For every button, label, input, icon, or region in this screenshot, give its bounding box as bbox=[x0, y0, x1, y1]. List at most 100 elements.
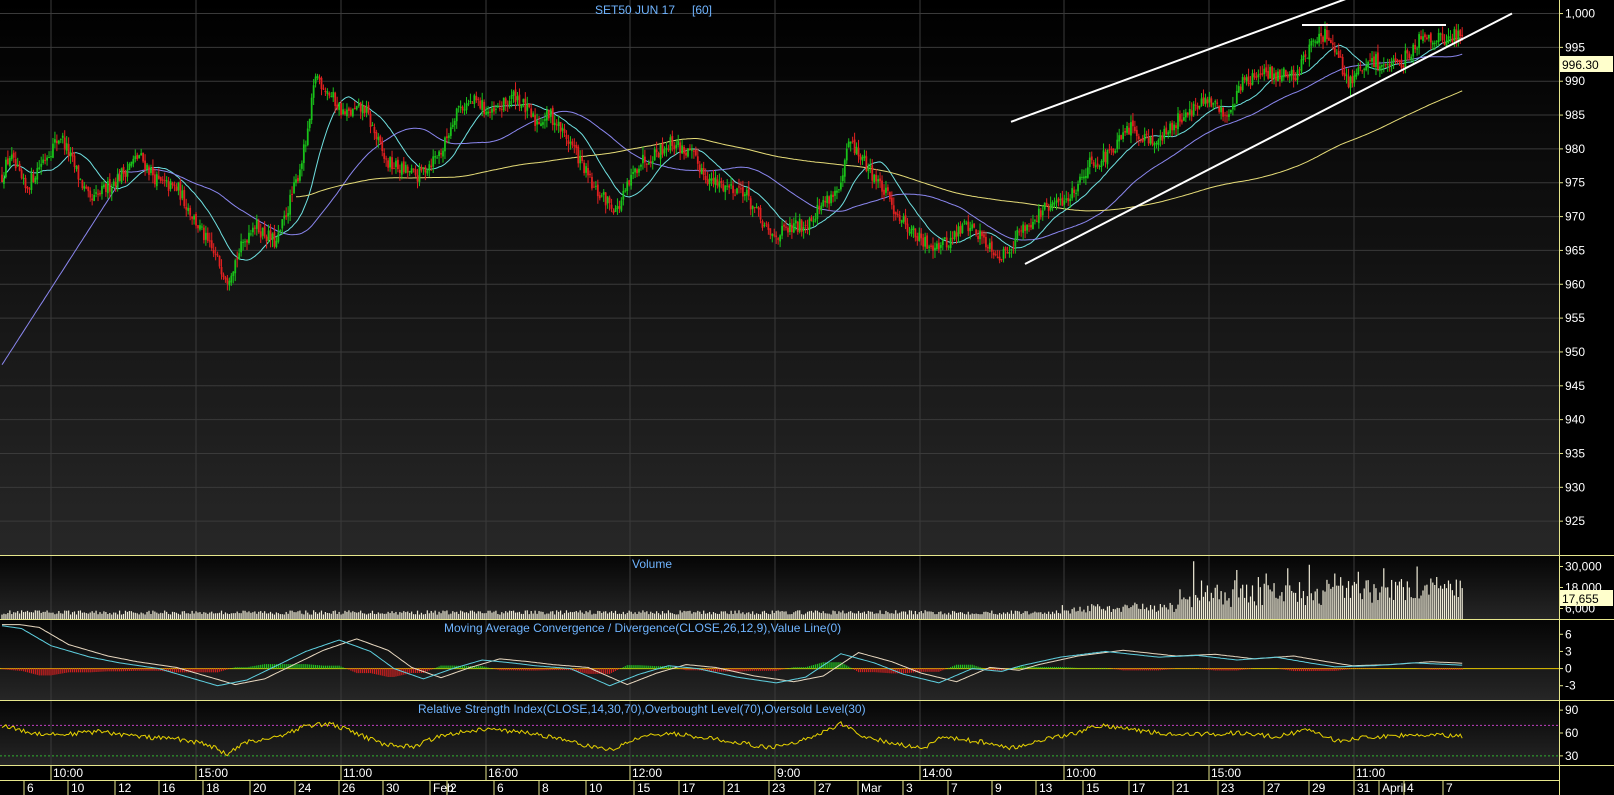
volume-bar bbox=[1122, 606, 1124, 619]
volume-bar bbox=[191, 610, 193, 619]
volume-bar bbox=[228, 614, 230, 619]
macd-axis-tick-label: 0 bbox=[1565, 662, 1572, 676]
volume-bar bbox=[673, 614, 675, 619]
volume-bar bbox=[70, 614, 72, 619]
volume-bar bbox=[1275, 597, 1277, 619]
date-axis-label: 10 bbox=[589, 781, 603, 795]
volume-bar bbox=[1069, 613, 1071, 619]
volume-bar bbox=[842, 610, 844, 619]
volume-bar bbox=[1322, 590, 1324, 619]
volume-bar bbox=[530, 611, 532, 619]
volume-bar bbox=[1036, 612, 1038, 619]
volume-bar bbox=[495, 610, 497, 619]
volume-bar bbox=[463, 612, 466, 619]
price-axis-tick-label: 985 bbox=[1565, 108, 1585, 122]
volume-bar bbox=[1226, 600, 1228, 619]
volume-bar bbox=[1077, 610, 1079, 619]
volume-bar bbox=[465, 612, 468, 619]
volume-bar bbox=[1232, 589, 1234, 619]
volume-bar bbox=[558, 611, 560, 619]
volume-bar bbox=[275, 612, 277, 619]
volume-bar bbox=[448, 614, 450, 619]
volume-bar bbox=[718, 613, 720, 619]
volume-bar bbox=[1414, 597, 1416, 619]
volume-bar bbox=[267, 613, 270, 619]
volume-bar bbox=[840, 612, 842, 619]
volume-bar bbox=[732, 613, 734, 619]
volume-bar bbox=[861, 612, 864, 619]
price-axis-tick-label: 990 bbox=[1565, 74, 1585, 88]
volume-bar bbox=[493, 611, 495, 619]
volume-bar bbox=[1214, 587, 1216, 619]
volume-bar bbox=[30, 612, 32, 619]
volume-bar bbox=[107, 613, 109, 619]
volume-bar bbox=[836, 613, 838, 619]
volume-bar bbox=[963, 613, 965, 619]
volume-bar bbox=[328, 613, 330, 619]
volume-bar bbox=[953, 611, 956, 619]
volume-bar bbox=[1197, 597, 1199, 619]
volume-bar bbox=[185, 613, 187, 619]
volume-bar bbox=[603, 611, 605, 619]
volume-bar bbox=[695, 612, 697, 619]
candle bbox=[687, 148, 689, 158]
volume-bar bbox=[854, 613, 856, 619]
volume-bar bbox=[957, 612, 960, 619]
volume-bar bbox=[336, 613, 338, 619]
volume-bar bbox=[1394, 581, 1397, 619]
volume-bar bbox=[959, 611, 962, 619]
volume-bar bbox=[867, 610, 869, 619]
volume-bar bbox=[716, 613, 718, 619]
volume-bar bbox=[42, 611, 44, 619]
volume-bar bbox=[48, 612, 50, 619]
volume-bar bbox=[238, 613, 240, 619]
volume-bar bbox=[1285, 585, 1287, 619]
volume-bar bbox=[1004, 613, 1007, 619]
volume-bar bbox=[552, 611, 554, 619]
price-axis-tick-label: 925 bbox=[1565, 514, 1585, 528]
volume-bar bbox=[965, 614, 967, 619]
volume-bar bbox=[1191, 607, 1193, 619]
volume-bar bbox=[734, 610, 736, 619]
volume-bar bbox=[973, 613, 975, 619]
volume-bar bbox=[789, 614, 791, 619]
volume-bar bbox=[1138, 608, 1140, 619]
volume-bar bbox=[1347, 581, 1350, 619]
volume-bar bbox=[1295, 592, 1297, 619]
volume-bar bbox=[269, 611, 272, 619]
volume-bar bbox=[675, 614, 677, 619]
volume-bar bbox=[150, 614, 152, 619]
volume-bar bbox=[893, 613, 895, 619]
volume-bar bbox=[1381, 586, 1383, 619]
volume-bar bbox=[763, 610, 766, 619]
price-axis-tick-label: 960 bbox=[1565, 277, 1585, 291]
volume-bar bbox=[1065, 610, 1067, 619]
last-price-label: 996.30 bbox=[1562, 58, 1599, 72]
volume-bar bbox=[728, 614, 730, 619]
volume-bar bbox=[407, 611, 409, 619]
date-axis-label: 26 bbox=[342, 781, 356, 795]
volume-bar bbox=[783, 611, 785, 619]
volume-bar bbox=[209, 612, 211, 619]
volume-bar bbox=[1257, 577, 1259, 619]
volume-bar bbox=[11, 614, 13, 619]
volume-bar bbox=[738, 610, 740, 619]
volume-bar bbox=[301, 613, 303, 619]
volume-bar bbox=[342, 613, 344, 619]
volume-bar bbox=[1014, 610, 1016, 619]
volume-bar bbox=[587, 612, 589, 619]
volume-bar bbox=[1208, 601, 1210, 619]
volume-bar bbox=[1443, 584, 1446, 619]
volume-bar bbox=[236, 611, 238, 619]
volume-bar bbox=[1149, 605, 1152, 619]
volume-bar bbox=[179, 614, 181, 619]
date-axis-label: 18 bbox=[206, 781, 220, 795]
volume-bar bbox=[595, 613, 597, 619]
volume-bar bbox=[614, 610, 617, 619]
volume-bar bbox=[1130, 607, 1132, 619]
volume-bar bbox=[467, 613, 470, 619]
volume-bar bbox=[814, 610, 816, 619]
volume-bar bbox=[1277, 598, 1279, 619]
volume-bar bbox=[818, 612, 820, 619]
volume-bar bbox=[462, 611, 464, 619]
